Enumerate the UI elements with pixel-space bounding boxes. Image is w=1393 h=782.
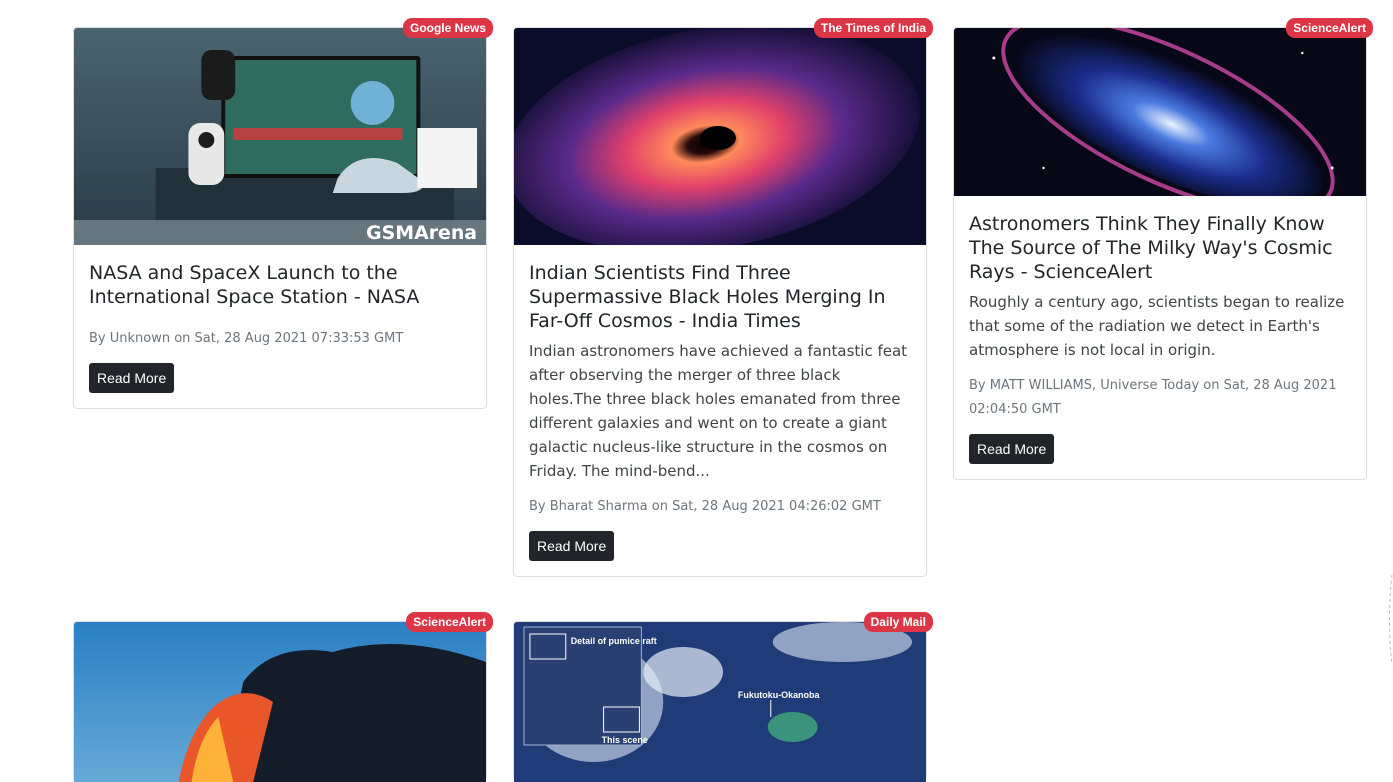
image-watermark: GSMArena xyxy=(366,222,477,244)
source-badge: ScienceAlert xyxy=(406,612,493,632)
svg-text:Detail of pumice raft: Detail of pumice raft xyxy=(571,636,657,646)
news-card: Daily Mail Detail of pumice raft This sc… xyxy=(513,612,933,782)
news-card: Google News GSMArena NASA and SpaceX Lau… xyxy=(73,18,493,409)
read-more-button[interactable]: Read More xyxy=(89,363,175,393)
read-more-button[interactable]: Read More xyxy=(969,434,1055,464)
source-badge: Daily Mail xyxy=(863,612,933,632)
article-description: Indian astronomers have achieved a fanta… xyxy=(529,342,908,480)
article-description: Roughly a century ago, scientists began … xyxy=(969,293,1345,359)
news-card: The Times of India Indian Scientists Fin… xyxy=(513,18,933,577)
article-image xyxy=(514,28,926,245)
source-badge: The Times of India xyxy=(813,18,933,38)
article-title: Indian Scientists Find Three Supermassiv… xyxy=(529,262,886,332)
article-title: NASA and SpaceX Launch to the Internatio… xyxy=(89,262,420,308)
article-title: Astronomers Think They Finally Know The … xyxy=(969,213,1333,283)
article-meta: By Bharat Sharma on Sat, 28 Aug 2021 04:… xyxy=(529,499,881,514)
image-label: Fukutoku-Okanoba xyxy=(738,690,821,700)
scroll-indicator xyxy=(1389,575,1393,665)
article-meta: By Unknown on Sat, 28 Aug 2021 07:33:53 … xyxy=(89,331,404,346)
article-image xyxy=(954,28,1366,196)
read-more-button[interactable]: Read More xyxy=(529,531,615,561)
image-label: Detail of pumice raft xyxy=(571,636,657,646)
article-image xyxy=(74,622,486,782)
article-meta: By MATT WILLIAMS, Universe Today on Sat,… xyxy=(969,378,1337,417)
news-card: ScienceAlert xyxy=(73,612,493,782)
source-badge: Google News xyxy=(402,18,493,38)
article-image: GSMArena xyxy=(74,28,486,245)
article-image: Detail of pumice raft This scene Fukutok… xyxy=(514,622,926,782)
image-label: This scene xyxy=(602,735,648,745)
source-badge: ScienceAlert xyxy=(1286,18,1373,38)
news-card: ScienceAlert Astronomers Think They Fina… xyxy=(953,18,1373,480)
